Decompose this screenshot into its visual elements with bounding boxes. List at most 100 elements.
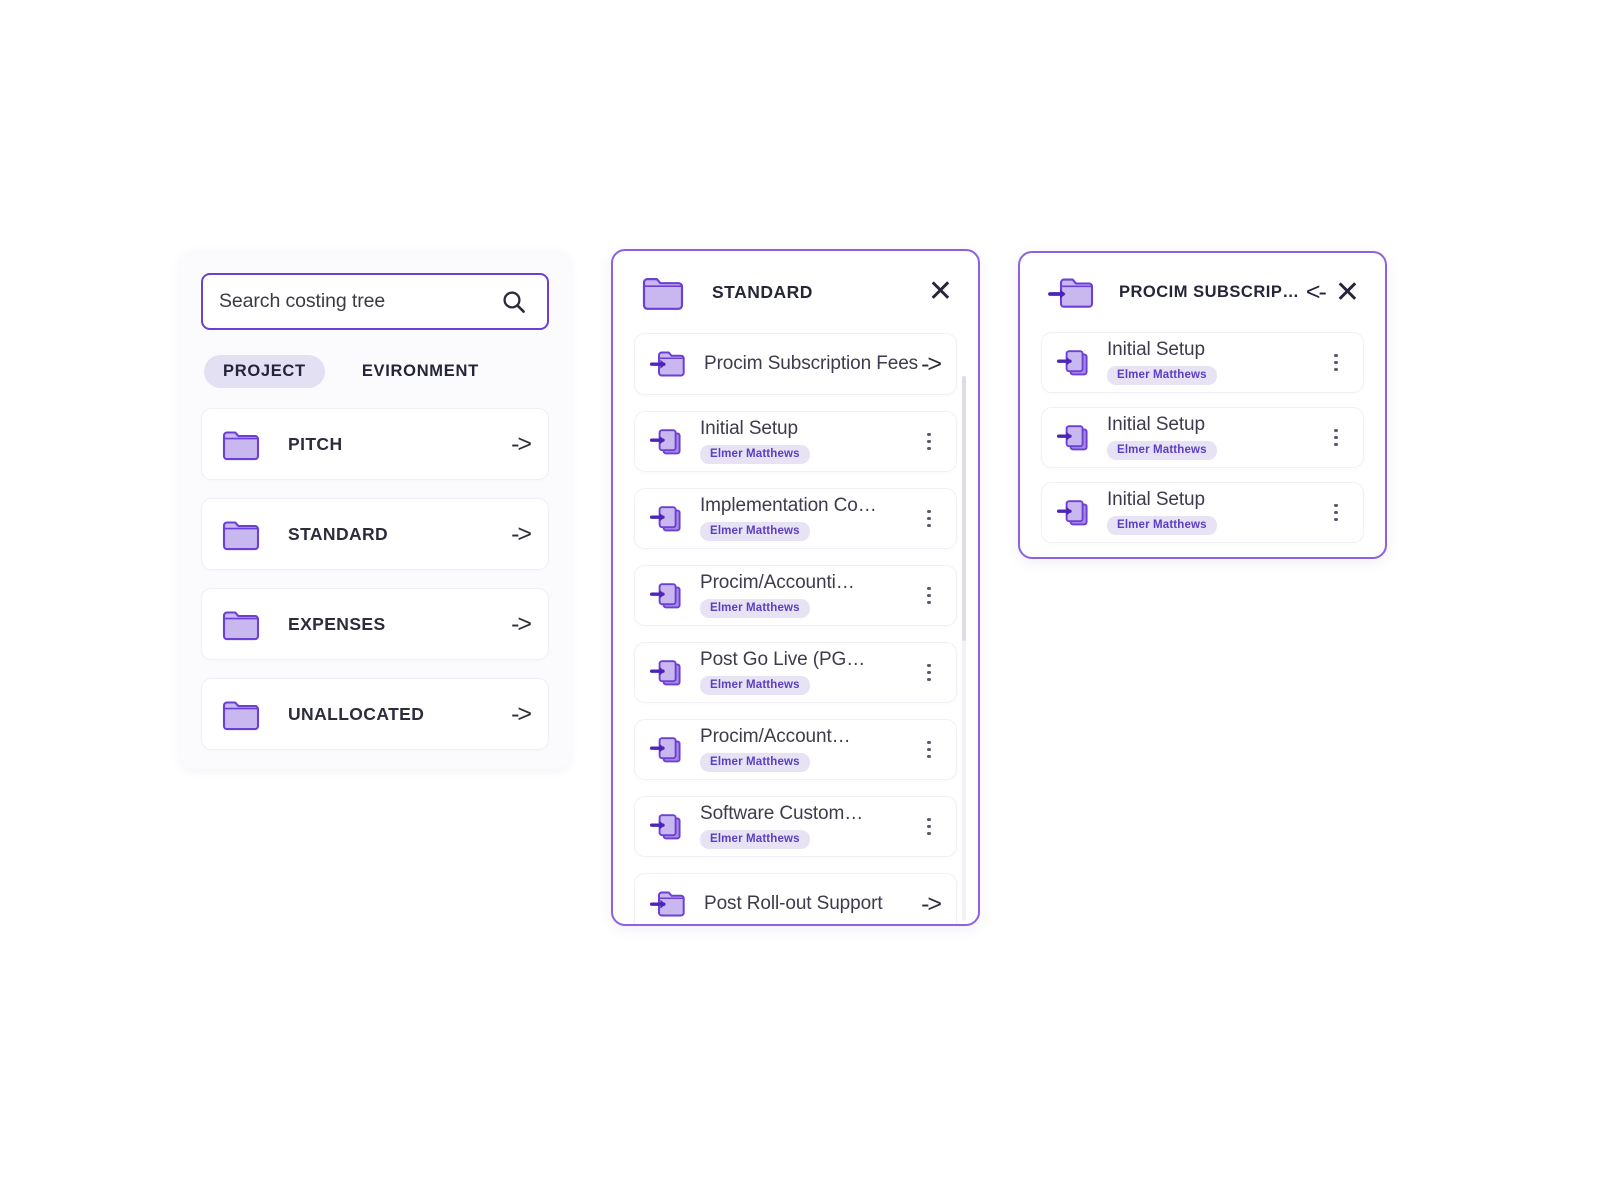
arrow-right-icon[interactable]: -> bbox=[511, 701, 532, 727]
kebab-icon[interactable] bbox=[918, 583, 940, 609]
owner-badge: Elmer Matthews bbox=[700, 598, 810, 618]
kebab-icon[interactable] bbox=[918, 429, 940, 455]
folder-icon bbox=[221, 697, 261, 731]
list-item-body: Procim Subscription Fees bbox=[704, 353, 921, 375]
list-item[interactable]: Software Custom… Elmer Matthews bbox=[634, 796, 957, 857]
folder-list: PITCH -> STANDARD -> EXPENSES -> UNALLOC… bbox=[201, 408, 549, 750]
list-item-body: Procim/Accounti… Elmer Matthews bbox=[700, 573, 918, 618]
list-item[interactable]: Procim/Accounti… Elmer Matthews bbox=[634, 565, 957, 626]
owner-badge: Elmer Matthews bbox=[700, 521, 810, 541]
list-item-body: Initial Setup Elmer Matthews bbox=[1107, 415, 1325, 460]
close-icon[interactable]: ✕ bbox=[1331, 277, 1364, 308]
owner-badge: Elmer Matthews bbox=[700, 444, 810, 464]
list-item-title: Initial Setup bbox=[1107, 340, 1205, 360]
folder-row-label: UNALLOCATED bbox=[288, 703, 425, 724]
kebab-icon[interactable] bbox=[1325, 350, 1347, 376]
list-item[interactable]: Initial Setup Elmer Matthews bbox=[1041, 407, 1364, 468]
kebab-icon[interactable] bbox=[1325, 425, 1347, 451]
list-item[interactable]: Implementation Co… Elmer Matthews bbox=[634, 488, 957, 549]
folder-icon bbox=[640, 273, 686, 311]
list-item[interactable]: Initial Setup Elmer Matthews bbox=[1041, 482, 1364, 543]
folder-icon bbox=[221, 607, 261, 641]
list-item-title: Initial Setup bbox=[1107, 490, 1205, 510]
list-item-title: Procim Subscription Fees bbox=[704, 353, 919, 374]
folder-row-label: PITCH bbox=[288, 433, 343, 454]
folder-row-pitch[interactable]: PITCH -> bbox=[201, 408, 549, 480]
doc-enter-icon bbox=[650, 580, 684, 612]
list-item[interactable]: Post Go Live (PG… Elmer Matthews bbox=[634, 642, 957, 703]
list-item-body: Initial Setup Elmer Matthews bbox=[1107, 490, 1325, 535]
folder-row-unallocated[interactable]: UNALLOCATED -> bbox=[201, 678, 549, 750]
arrow-right-icon[interactable]: -> bbox=[921, 351, 942, 377]
folder-row-label: STANDARD bbox=[288, 523, 389, 544]
doc-enter-icon bbox=[650, 503, 684, 535]
folder-icon bbox=[221, 517, 261, 551]
list-item-title: Post Roll-out Support bbox=[704, 893, 883, 914]
folder-enter-icon bbox=[650, 348, 688, 380]
list-item-title: Procim/Accounti… bbox=[700, 573, 855, 593]
kebab-icon[interactable] bbox=[918, 660, 940, 686]
close-icon[interactable]: ✕ bbox=[924, 277, 957, 307]
procim-subscription-panel: PROCIM SUBSCRIP… <- ✕ Initial Setup Elme… bbox=[1018, 251, 1387, 559]
search-bar[interactable] bbox=[201, 273, 549, 330]
back-arrow-icon[interactable]: <- bbox=[1300, 280, 1331, 305]
folder-enter-icon bbox=[650, 888, 688, 920]
panel-header: PROCIM SUBSCRIP… <- ✕ bbox=[1041, 253, 1364, 332]
page-title: STANDARD bbox=[712, 281, 813, 302]
tab-evironment[interactable]: EVIRONMENT bbox=[343, 355, 498, 388]
doc-enter-icon bbox=[650, 734, 684, 766]
list-item-title: Software Custom… bbox=[700, 804, 864, 824]
doc-enter-icon bbox=[650, 657, 684, 689]
owner-badge: Elmer Matthews bbox=[700, 675, 810, 695]
folder-enter-icon bbox=[1047, 273, 1097, 313]
doc-enter-icon bbox=[650, 426, 684, 458]
tab-group: PROJECT EVIRONMENT bbox=[201, 355, 549, 388]
folder-icon bbox=[221, 427, 261, 461]
list-item[interactable]: Initial Setup Elmer Matthews bbox=[1041, 332, 1364, 393]
list-item-body: Initial Setup Elmer Matthews bbox=[1107, 340, 1325, 385]
page-title: PROCIM SUBSCRIP… bbox=[1119, 283, 1300, 301]
panel-header: STANDARD ✕ bbox=[634, 251, 957, 333]
owner-badge: Elmer Matthews bbox=[1107, 365, 1217, 385]
list-item[interactable]: Post Roll-out Support -> bbox=[634, 873, 957, 924]
list-item-body: Post Roll-out Support bbox=[704, 893, 921, 915]
list-item-body: Software Custom… Elmer Matthews bbox=[700, 804, 918, 849]
list-item-title: Initial Setup bbox=[700, 419, 798, 439]
folder-row-expenses[interactable]: EXPENSES -> bbox=[201, 588, 549, 660]
doc-enter-icon bbox=[1057, 422, 1091, 454]
folder-row-label: EXPENSES bbox=[288, 613, 386, 634]
owner-badge: Elmer Matthews bbox=[700, 829, 810, 849]
costing-tree-panel: PROJECT EVIRONMENT PITCH -> STANDARD -> bbox=[180, 251, 570, 769]
list-item-title: Implementation Co… bbox=[700, 496, 877, 516]
search-icon[interactable] bbox=[497, 285, 531, 319]
list-item[interactable]: Procim Subscription Fees -> bbox=[634, 333, 957, 395]
arrow-right-icon[interactable]: -> bbox=[511, 431, 532, 457]
arrow-right-icon[interactable]: -> bbox=[921, 891, 942, 917]
kebab-icon[interactable] bbox=[918, 506, 940, 532]
list-item-body: Implementation Co… Elmer Matthews bbox=[700, 496, 918, 541]
owner-badge: Elmer Matthews bbox=[1107, 440, 1217, 460]
arrow-right-icon[interactable]: -> bbox=[511, 611, 532, 637]
scrollbar-track[interactable] bbox=[962, 376, 966, 921]
list-item[interactable]: Procim/Account… Elmer Matthews bbox=[634, 719, 957, 780]
owner-badge: Elmer Matthews bbox=[700, 752, 810, 772]
standard-folder-panel: STANDARD ✕ Procim Subscription Fees -> I… bbox=[611, 249, 980, 926]
list-item[interactable]: Initial Setup Elmer Matthews bbox=[634, 411, 957, 472]
folder-row-standard[interactable]: STANDARD -> bbox=[201, 498, 549, 570]
doc-enter-icon bbox=[1057, 497, 1091, 529]
doc-enter-icon bbox=[1057, 347, 1091, 379]
scrollbar-thumb[interactable] bbox=[962, 376, 966, 641]
tab-project[interactable]: PROJECT bbox=[204, 355, 325, 388]
search-input[interactable] bbox=[219, 290, 497, 313]
kebab-icon[interactable] bbox=[1325, 500, 1347, 526]
list-item-body: Procim/Account… Elmer Matthews bbox=[700, 727, 918, 772]
list-item-title: Initial Setup bbox=[1107, 415, 1205, 435]
list-item-body: Initial Setup Elmer Matthews bbox=[700, 419, 918, 464]
kebab-icon[interactable] bbox=[918, 737, 940, 763]
list-item-body: Post Go Live (PG… Elmer Matthews bbox=[700, 650, 918, 695]
kebab-icon[interactable] bbox=[918, 814, 940, 840]
owner-badge: Elmer Matthews bbox=[1107, 515, 1217, 535]
arrow-right-icon[interactable]: -> bbox=[511, 521, 532, 547]
list-item-title: Procim/Account… bbox=[700, 727, 851, 747]
doc-enter-icon bbox=[650, 811, 684, 843]
